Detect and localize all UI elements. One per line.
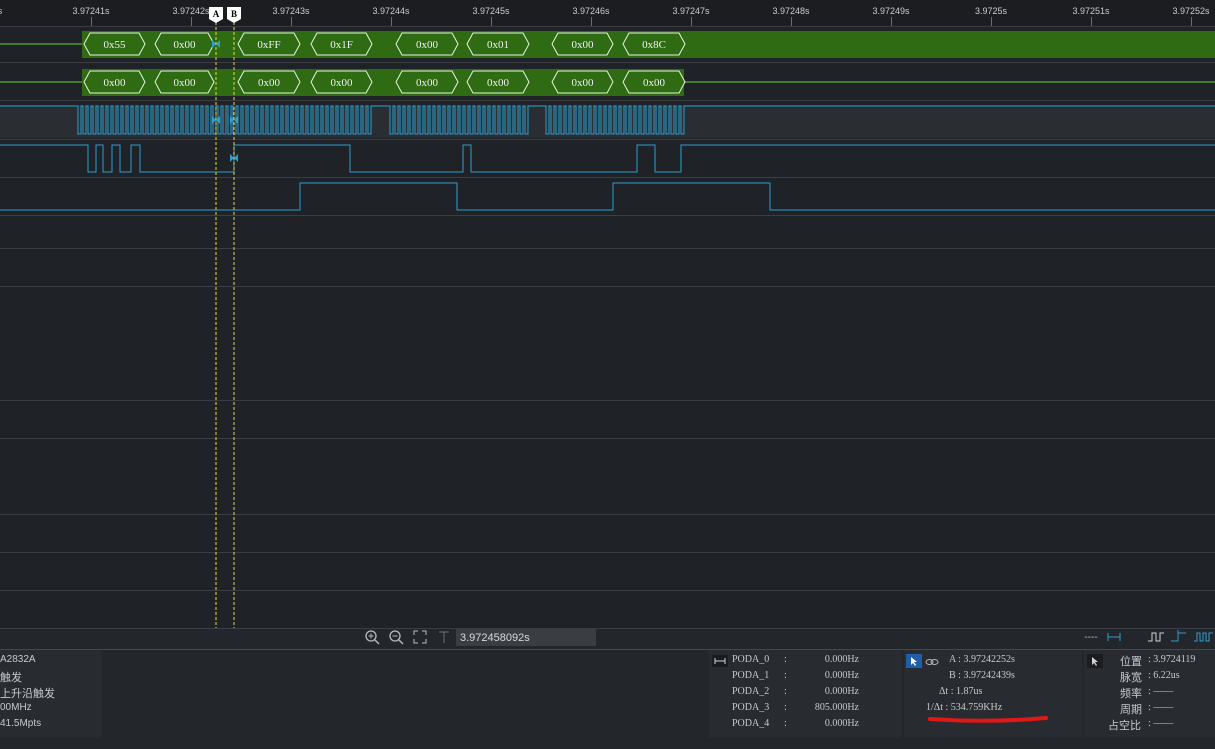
measure-range-icon[interactable] [1105, 629, 1123, 647]
decode-value: 0x00 [572, 39, 595, 51]
sample-depth: 41.5Mpts [0, 718, 42, 729]
decode-value: 0xFF [257, 39, 280, 51]
duty-value: : —— [1148, 718, 1174, 729]
time-position-input[interactable] [456, 629, 596, 646]
bottom-toolbar [0, 628, 1215, 649]
waveform-area[interactable]: s 3.97241s 3.97242s 3.97243s 3.97244s 3.… [0, 0, 1215, 630]
cursor-panel: A : 3.97242252s B : 3.97242439s Δt : 1.8… [904, 650, 1082, 738]
freq-separator: : [784, 670, 787, 681]
freq-value: : —— [1148, 686, 1174, 697]
sample-rate: 00MHz [0, 702, 32, 713]
measure-range-icon[interactable] [712, 654, 728, 672]
cursor-select-icon[interactable] [906, 654, 922, 673]
cursor-a-flag[interactable]: A [209, 7, 223, 23]
duty-label: 占空比 [1108, 720, 1141, 732]
waveform-canvas[interactable]: 0x55 0x00 0xFF 0x1F 0x00 0x01 0x00 0x8C 0x00 0x0… [0, 0, 1215, 630]
pulse-train-icon[interactable] [1193, 629, 1213, 647]
decode-value: 0x00 [487, 77, 510, 89]
freq-separator: : [784, 718, 787, 729]
freq-label: 频率 [1120, 688, 1142, 700]
freq-value: 0.000Hz [824, 718, 859, 729]
freq-channel-name: PODA_1 [732, 670, 770, 681]
decode-value: 0x00 [174, 39, 197, 51]
digital-channel-3[interactable] [0, 144, 1215, 173]
decode-value: 0x8C [642, 39, 666, 51]
freq-channel-name: PODA_2 [732, 686, 770, 697]
freq-channel-name: PODA_4 [732, 718, 770, 729]
decode-value: 0x00 [174, 77, 197, 89]
freq-value: 0.000Hz [824, 654, 859, 665]
period-value: : —— [1148, 702, 1174, 713]
svg-text:A: A [213, 9, 220, 19]
position-value: : 3.9724119 [1148, 654, 1196, 665]
decode-value: 0x00 [331, 77, 354, 89]
link-icon[interactable] [925, 655, 939, 673]
zoom-out-icon[interactable] [387, 629, 405, 647]
marker-icon[interactable] [435, 629, 453, 647]
cursor-b-flag[interactable]: B [227, 7, 241, 23]
decode-value: 0x00 [572, 77, 595, 89]
decode-value: 0x55 [104, 39, 127, 51]
width-label: 脉宽 [1120, 672, 1142, 684]
rising-edge-icon[interactable] [1170, 629, 1188, 647]
freq-value: 0.000Hz [824, 686, 859, 697]
width-value: : 6.22us [1148, 670, 1180, 681]
svg-text:B: B [231, 9, 237, 19]
inverse-delta-t: 1/Δt : 534.759KHz [926, 702, 1003, 713]
fit-screen-icon[interactable] [411, 629, 429, 647]
frequency-panel: PODA_0: 0.000Hz PODA_1: 0.000Hz PODA_2: 0.000… [709, 650, 902, 738]
period-label: 周期 [1120, 704, 1142, 716]
trigger-edge: 上升沿触发 [0, 688, 55, 700]
measure-panel: 位置 : 3.9724119 脉宽 : 6.22us 频率 : —— 周期 : … [1084, 650, 1215, 738]
decode-value: 0x00 [416, 77, 439, 89]
freq-separator: : [784, 686, 787, 697]
decode-value: 0x00 [104, 77, 127, 89]
zoom-in-icon[interactable] [363, 629, 381, 647]
freq-separator: : [784, 654, 787, 665]
pointer-icon[interactable] [1087, 654, 1103, 673]
decode-value: 0x00 [643, 77, 666, 89]
freq-separator: : [784, 702, 787, 713]
highlight-underline [928, 716, 1048, 723]
decode-value: 0x01 [487, 39, 509, 51]
device-info-panel: A2832A 触发 上升沿触发 00MHz 41.5Mpts [0, 650, 102, 738]
decode-value: 0x1F [330, 39, 353, 51]
freq-channel-name: PODA_0 [732, 654, 770, 665]
cursor-b-time: B : 3.97242439s [949, 670, 1015, 681]
device-model: A2832A [0, 654, 36, 665]
position-label: 位置 [1120, 656, 1142, 668]
digital-channel-4[interactable] [0, 182, 1215, 211]
trigger-mode: 触发 [0, 672, 22, 684]
decode-value: 0x00 [416, 39, 439, 51]
dashed-line-icon[interactable]: ---- [1080, 629, 1102, 647]
freq-channel-name: PODA_3 [732, 702, 770, 713]
cursor-a-time: A : 3.97242252s [949, 654, 1015, 665]
freq-value: 0.000Hz [824, 670, 859, 681]
delta-t: Δt : 1.87us [939, 686, 983, 697]
decode-value: 0x00 [258, 77, 281, 89]
freq-value: 805.000Hz [814, 702, 859, 713]
pulse-icon[interactable] [1147, 629, 1165, 647]
blank-panel [104, 650, 707, 738]
